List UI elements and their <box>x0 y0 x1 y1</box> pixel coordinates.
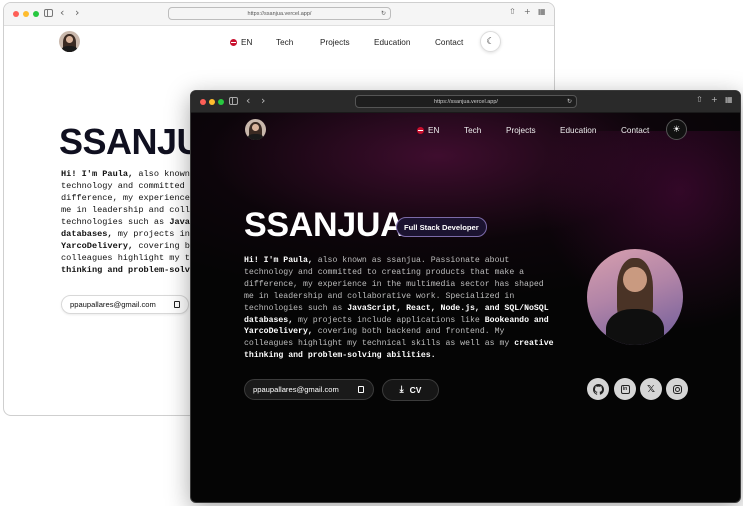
email-text: ppaupallares@gmail.com <box>70 300 156 309</box>
role-badge: Full Stack Developer <box>396 217 487 237</box>
page-title: SSANJUA <box>244 206 405 244</box>
nav-tech[interactable]: Tech <box>276 38 293 47</box>
uk-flag-icon <box>230 39 237 46</box>
email-copy-button[interactable]: ppaupallares@gmail.com <box>61 295 189 314</box>
linkedin-icon[interactable]: in <box>614 378 636 400</box>
moon-icon[interactable]: ☾ <box>480 31 501 52</box>
minimize-dot[interactable] <box>23 11 29 17</box>
minimize-dot[interactable] <box>209 99 215 105</box>
reload-icon[interactable]: ↻ <box>381 10 386 17</box>
nav-tech[interactable]: Tech <box>464 126 481 135</box>
address-bar-url: https://ssanjua.vercel.app/ <box>247 10 312 17</box>
address-bar[interactable]: https://ssanjua.vercel.app/ ↻ <box>168 7 391 20</box>
share-icon[interactable]: ⇧ <box>696 95 703 104</box>
close-dot[interactable] <box>13 11 19 17</box>
cv-label: CV <box>409 385 422 395</box>
maximize-dot[interactable] <box>218 99 224 105</box>
download-cv-button[interactable]: ⤓ CV <box>382 379 439 401</box>
download-icon: ⤓ <box>399 385 404 395</box>
language-selector[interactable]: EN <box>230 38 252 47</box>
light-browser-toolbar: ‹ › https://ssanjua.vercel.app/ ↻ ⇧ + ▦ <box>4 3 554 26</box>
back-icon[interactable]: ‹ <box>246 94 250 107</box>
clipboard-icon <box>358 386 364 393</box>
reload-icon[interactable]: ↻ <box>567 98 572 105</box>
tab-overview-icon[interactable]: ▦ <box>725 95 733 104</box>
forward-icon[interactable]: › <box>261 94 265 107</box>
page: ‹ › https://ssanjua.vercel.app/ ↻ ⇧ + ▦ … <box>0 0 743 506</box>
x-icon[interactable]: 𝕏 <box>640 378 662 400</box>
language-selector[interactable]: EN <box>417 126 439 135</box>
nav-education[interactable]: Education <box>374 38 410 47</box>
avatar[interactable] <box>245 119 266 140</box>
dark-browser-toolbar: ‹ › https://ssanjua.vercel.app/ ↻ ⇧ + ▦ <box>191 91 740 113</box>
email-copy-button[interactable]: ppaupallares@gmail.com <box>244 379 374 400</box>
sidebar-toggle-icon[interactable] <box>44 9 53 17</box>
address-bar[interactable]: https://ssanjua.vercel.app/ ↻ <box>355 95 577 108</box>
nav-education[interactable]: Education <box>560 126 596 135</box>
sun-icon[interactable]: ☀ <box>666 119 687 140</box>
sidebar-toggle-icon[interactable] <box>229 97 238 105</box>
nav-projects[interactable]: Projects <box>506 126 536 135</box>
back-icon[interactable]: ‹ <box>60 6 64 19</box>
close-dot[interactable] <box>200 99 206 105</box>
uk-flag-icon <box>417 127 424 134</box>
intro-paragraph: Hi! I'm Paula, also known as ssanjua. Pa… <box>244 256 554 361</box>
share-icon[interactable]: ⇧ <box>509 7 516 16</box>
email-text: ppaupallares@gmail.com <box>253 385 339 394</box>
clipboard-icon <box>174 301 180 308</box>
nav-contact[interactable]: Contact <box>435 38 463 47</box>
address-bar-url: https://ssanjua.vercel.app/ <box>434 98 498 105</box>
new-tab-icon[interactable]: + <box>711 95 718 104</box>
profile-photo <box>587 249 683 345</box>
github-icon[interactable] <box>587 378 609 400</box>
maximize-dot[interactable] <box>33 11 39 17</box>
instagram-icon[interactable] <box>666 378 688 400</box>
dark-browser-window: ‹ › https://ssanjua.vercel.app/ ↻ ⇧ + ▦ … <box>190 90 741 503</box>
new-tab-icon[interactable]: + <box>524 7 531 16</box>
nav-contact[interactable]: Contact <box>621 126 649 135</box>
forward-icon[interactable]: › <box>75 6 79 19</box>
nav-projects[interactable]: Projects <box>320 38 350 47</box>
avatar[interactable] <box>59 31 80 52</box>
tab-overview-icon[interactable]: ▦ <box>538 7 546 16</box>
